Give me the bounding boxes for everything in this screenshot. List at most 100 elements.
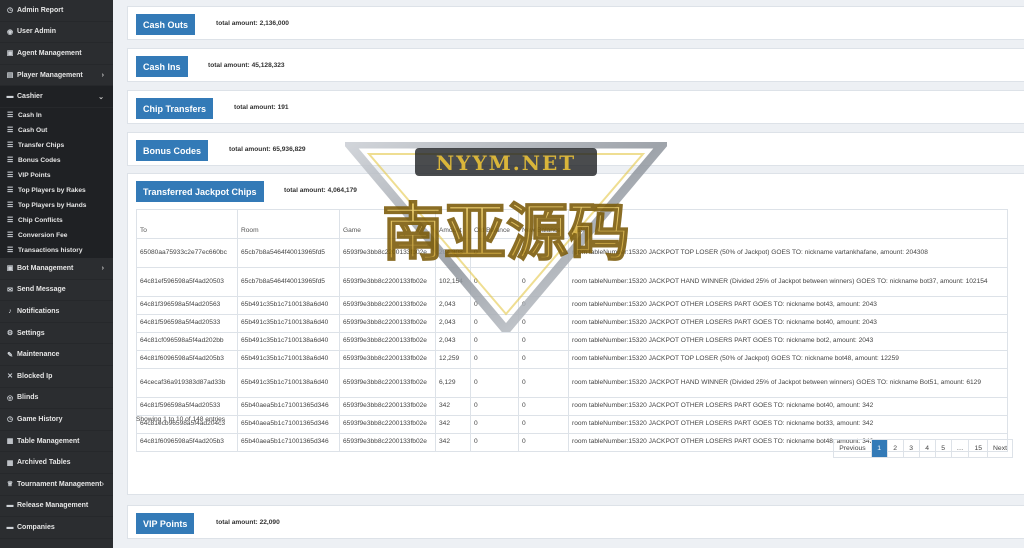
cell-amount: 204,308 bbox=[435, 238, 471, 268]
sidebar-item-blinds[interactable]: ◎ Blinds bbox=[0, 388, 113, 410]
sidebar-item-blocked-ip[interactable]: ✕ Blocked Ip bbox=[0, 366, 113, 388]
sidebar-item-archived-tables[interactable]: ▦ Archived Tables bbox=[0, 452, 113, 474]
bonus-codes-button[interactable]: Bonus Codes bbox=[136, 140, 209, 161]
sidebar-item-admin-report[interactable]: ◷ Admin Report bbox=[0, 0, 113, 22]
admin-report-icon: ◷ bbox=[6, 7, 14, 15]
entries-info: Showing 1 to 10 of 148 entries bbox=[136, 416, 226, 423]
sidebar-subitem-vip-points[interactable]: ☰ VIP Points bbox=[0, 167, 113, 183]
column-header-old-balance[interactable]: Old Balance bbox=[470, 209, 519, 239]
column-header-room[interactable]: Room bbox=[237, 209, 340, 239]
sidebar-item-game-history[interactable]: ◷ Game History bbox=[0, 409, 113, 431]
cell-game: 6593f9e3bb8c2200133fb02e bbox=[339, 397, 436, 416]
sidebar-item-agent-management[interactable]: ▣ Agent Management bbox=[0, 43, 113, 65]
page-3-button[interactable]: 3 bbox=[904, 440, 920, 457]
vip-points-button[interactable]: VIP Points bbox=[136, 513, 195, 534]
column-header-new-balance[interactable]: New Balance bbox=[518, 209, 569, 239]
previous-button[interactable]: Previous bbox=[834, 440, 872, 457]
cell-note: room tableNumber:15320 JACKPOT OTHER LOS… bbox=[568, 397, 1008, 416]
cell-amount: 2,043 bbox=[435, 332, 471, 351]
page-5-button[interactable]: 5 bbox=[936, 440, 952, 457]
page-15-button[interactable]: 15 bbox=[969, 440, 989, 457]
sidebar-subitem-transfer-chips[interactable]: ☰ Transfer Chips bbox=[0, 137, 113, 153]
sidebar-item-table-management[interactable]: ▦ Table Management bbox=[0, 431, 113, 453]
table-row[interactable]: 64c81ecb96598a5f4ad204c3 65b40aea5b1c7100… bbox=[136, 415, 1008, 434]
cell-note: room tableNumber:15320 JACKPOT OTHER LOS… bbox=[568, 296, 1008, 315]
list-icon: ☰ bbox=[7, 157, 14, 165]
panel-transferred-jackpot-chips: Transferred Jackpot Chips total amount: … bbox=[127, 173, 1024, 495]
cell-amount: 342 bbox=[435, 397, 471, 416]
column-header-note[interactable]: Note bbox=[568, 209, 1008, 239]
cell-amount: 12,259 bbox=[435, 350, 471, 369]
table-row[interactable]: 64c81f596598a5f4ad20533 65b491c35b1c71001… bbox=[136, 314, 1008, 333]
sidebar-item-tournament-management[interactable]: ♕ Tournament Management › bbox=[0, 474, 113, 496]
cell-room: 65b491c35b1c7100138a6d40 bbox=[237, 368, 340, 398]
table-row[interactable]: 64c81f596598a5f4ad20533 65b40aea5b1c71001… bbox=[136, 397, 1008, 416]
sidebar-subitem-top-players-by-rakes[interactable]: ☰ Top Players by Rakes bbox=[0, 182, 113, 198]
sidebar-subitem-top-players-by-hands[interactable]: ☰ Top Players by Hands bbox=[0, 197, 113, 213]
sidebar-item-bot-management[interactable]: ▣ Bot Management › bbox=[0, 258, 113, 280]
game-history-icon: ◷ bbox=[6, 416, 14, 424]
page-1-button[interactable]: 1 bbox=[871, 440, 888, 457]
column-header-game[interactable]: Game bbox=[339, 209, 436, 239]
sidebar-item-settings[interactable]: ⚙ Settings bbox=[0, 323, 113, 345]
sidebar: ◷ Admin Report ◉ User Admin ▣ Agent Managemen… bbox=[0, 0, 113, 548]
transferred-jackpot-chips-button[interactable]: Transferred Jackpot Chips bbox=[136, 181, 264, 202]
sidebar-item-companies[interactable]: ▬ Companies bbox=[0, 517, 113, 539]
send-message-icon: ✉ bbox=[7, 286, 13, 294]
cell-new-balance: 0 bbox=[518, 368, 569, 398]
sidebar-item-release-management[interactable]: ▬ Release Management bbox=[0, 496, 113, 518]
sidebar-item-label: Blinds bbox=[17, 394, 39, 402]
sidebar-item-send-message[interactable]: ✉ Send Message bbox=[0, 280, 113, 302]
agent-management-icon: ▣ bbox=[6, 50, 14, 58]
cell-old-balance: 0 bbox=[470, 397, 519, 416]
cell-game: 6593f9e3bb8c2200133fb02e bbox=[339, 433, 436, 452]
cell-new-balance: 0 bbox=[518, 296, 569, 315]
table-row[interactable]: 64cecaf36a919383d87ad33b 65b491c35b1c7100… bbox=[136, 368, 1008, 398]
cell-note: room tableNumber:15320 JACKPOT TOP LOSER… bbox=[568, 350, 1008, 369]
cell-room: 65b491c35b1c7100138a6d40 bbox=[237, 296, 340, 315]
table-row[interactable]: 64c81cf096598a5f4ad202bb 65b491c35b1c7100… bbox=[136, 332, 1008, 351]
sidebar-item-notifications[interactable]: ♪ Notifications bbox=[0, 301, 113, 323]
cell-to: 65080aa75933c2e77ec660bc bbox=[136, 238, 238, 268]
cash-outs-button[interactable]: Cash Outs bbox=[136, 14, 196, 35]
table-row[interactable]: 64c81f6096598a5f4ad205b3 65b491c35b1c7100… bbox=[136, 350, 1008, 369]
chip-transfers-button[interactable]: Chip Transfers bbox=[136, 98, 214, 119]
table-row[interactable]: 64c81ef596598a5f4ad20503 65cb7b8a5464f400… bbox=[136, 267, 1008, 297]
companies-icon: ▬ bbox=[6, 523, 14, 531]
sidebar-subitem-bonus-codes[interactable]: ☰ Bonus Codes bbox=[0, 152, 113, 168]
panel-bonus-codes: Bonus Codes total amount: 65,936,829 bbox=[127, 132, 1024, 166]
sidebar-item-player-management[interactable]: ▤ Player Management › bbox=[0, 65, 113, 87]
cell-old-balance: 0 bbox=[470, 433, 519, 452]
panel-cash-outs: Cash Outs total amount: 2,136,000 bbox=[127, 6, 1024, 40]
chip-transfers-total: total amount: 191 bbox=[234, 104, 289, 111]
column-header-to[interactable]: To bbox=[136, 209, 238, 239]
sidebar-subitem-cash-out[interactable]: ☰ Cash Out bbox=[0, 122, 113, 138]
sidebar-subitem-conversion-fee[interactable]: ☰ Conversion Fee bbox=[0, 227, 113, 243]
cell-to: 64c81f396598a5f4ad20563 bbox=[136, 296, 238, 315]
cash-ins-button[interactable]: Cash Ins bbox=[136, 56, 188, 77]
cell-old-balance: 0 bbox=[470, 267, 519, 297]
cell-new-balance: 0 bbox=[518, 314, 569, 333]
column-header-amount[interactable]: Amount bbox=[435, 209, 471, 239]
page-4-button[interactable]: 4 bbox=[920, 440, 936, 457]
cell-amount: 342 bbox=[435, 433, 471, 452]
table-row[interactable]: 64c81f396598a5f4ad20563 65b491c35b1c71001… bbox=[136, 296, 1008, 315]
sidebar-item-cashier[interactable]: ▬ Cashier ⌄ bbox=[0, 86, 113, 108]
sidebar-subitem-chip-conflicts[interactable]: ☰ Chip Conflicts bbox=[0, 212, 113, 228]
sidebar-item-label: Release Management bbox=[17, 502, 89, 510]
table-row[interactable]: 65080aa75933c2e77ec660bc 65cb7b8a5464f400… bbox=[136, 238, 1008, 268]
cell-game: 6593f9e3bb8c2200133fb02e bbox=[339, 415, 436, 434]
sidebar-item-maintenance[interactable]: ✎ Maintenance bbox=[0, 344, 113, 366]
sidebar-item-user-admin[interactable]: ◉ User Admin bbox=[0, 22, 113, 44]
table-header-row: To Room Game Amount Old Balance New Bala… bbox=[136, 209, 1008, 239]
page-2-button[interactable]: 2 bbox=[888, 440, 904, 457]
sidebar-subitem-transactions-history[interactable]: ☰ Transactions history bbox=[0, 242, 113, 258]
list-icon: ☰ bbox=[7, 172, 14, 180]
list-icon: ☰ bbox=[7, 112, 14, 120]
cell-room: 65b40aea5b1c71001365d346 bbox=[237, 433, 340, 452]
sidebar-subitem-cash-in[interactable]: ☰ Cash In bbox=[0, 107, 113, 123]
next-button[interactable]: Next bbox=[988, 440, 1012, 457]
page-ellipsis: … bbox=[952, 440, 970, 457]
sidebar-item-label: Agent Management bbox=[17, 49, 82, 57]
sidebar-item-label: Send Message bbox=[17, 286, 66, 294]
